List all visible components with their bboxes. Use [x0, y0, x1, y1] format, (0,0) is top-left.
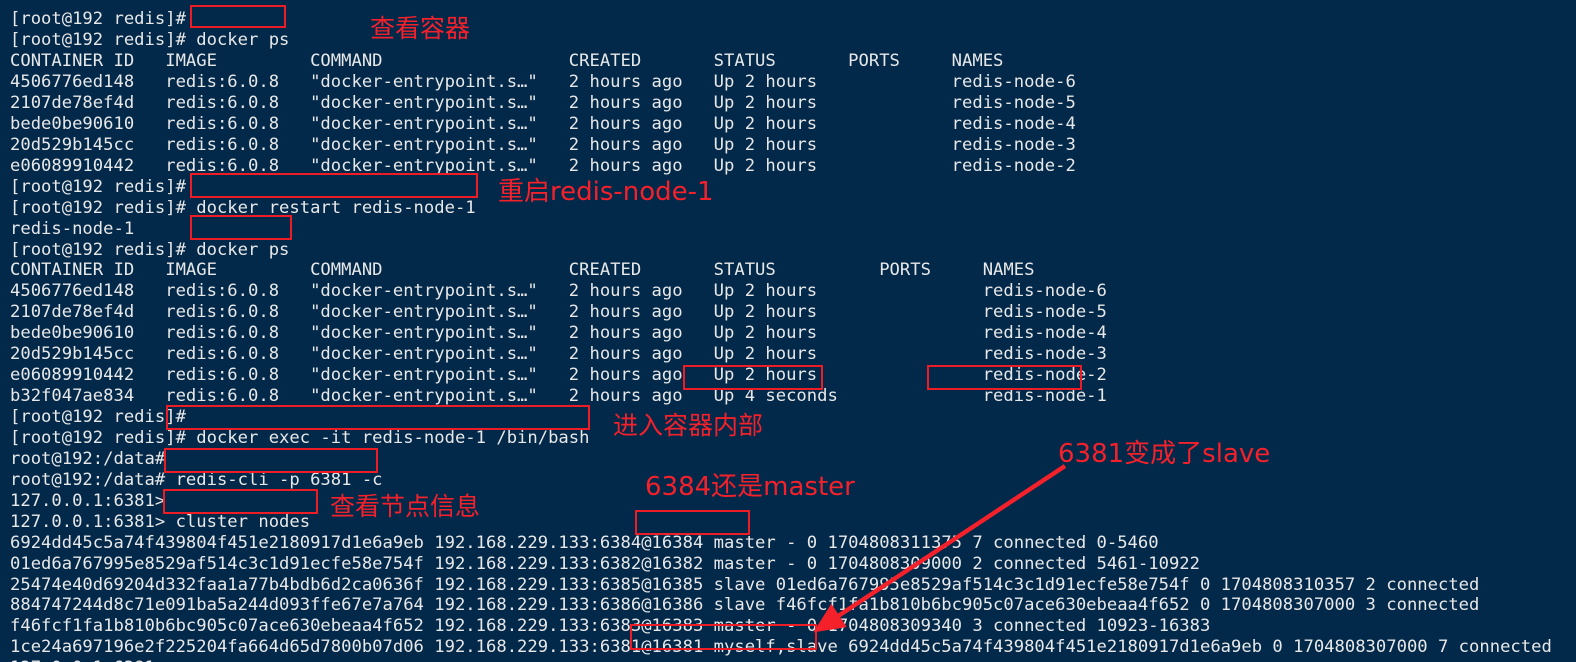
terminal-line: 6924dd45c5a74f439804f451e2180917d1e6a9eb…	[10, 532, 1159, 553]
terminal-line: 2107de78ef4d redis:6.0.8 "docker-entrypo…	[10, 92, 1076, 113]
terminal-line: 4506776ed148 redis:6.0.8 "docker-entrypo…	[10, 281, 1107, 302]
terminal-line: [root@192 redis]# docker ps	[10, 239, 290, 260]
terminal-line: CONTAINER ID IMAGE COMMAND CREATED STATU…	[10, 51, 1004, 72]
terminal-line: [root@192 redis]# docker exec -it redis-…	[10, 427, 590, 448]
terminal-line: 25474e40d69204d332faa1a77b4bdb6d2ca0636f…	[10, 574, 1480, 595]
terminal-line: b32f047ae834 redis:6.0.8 "docker-entrypo…	[10, 386, 1107, 407]
terminal-line: [root@192 redis]# docker restart redis-n…	[10, 197, 476, 218]
annotation-view-containers: 查看容器	[370, 14, 471, 43]
terminal-line: 884747244d8c71e091ba5a244d093ffe67e7a764…	[10, 595, 1480, 616]
terminal-line: [root@192 redis]# docker ps	[10, 30, 290, 51]
terminal-output[interactable]: [root@192 redis]# [root@192 redis]# docke…	[10, 9, 1576, 662]
annotation-enter-container: 进入容器内部	[613, 411, 764, 440]
terminal-line: CONTAINER ID IMAGE COMMAND CREATED STATU…	[10, 260, 1035, 281]
annotation-restart-redis-node-1: 重启redis-node-1	[498, 177, 714, 207]
terminal-line: [root@192 redis]#	[10, 407, 186, 427]
terminal-line: 127.0.0.1:6381>	[10, 658, 1576, 662]
terminal-line: bede0be90610 redis:6.0.8 "docker-entrypo…	[10, 113, 1076, 134]
terminal-window: [root@192 redis]# [root@192 redis]# docke…	[0, 0, 1576, 662]
terminal-line: 4506776ed148 redis:6.0.8 "docker-entrypo…	[10, 72, 1076, 92]
terminal-line: redis-node-1	[10, 218, 135, 239]
terminal-line: 20d529b145cc redis:6.0.8 "docker-entrypo…	[10, 134, 1076, 155]
annotation-6384-still-master: 6384还是master	[645, 472, 855, 502]
terminal-line: e06089910442 redis:6.0.8 "docker-entrypo…	[10, 155, 1076, 176]
annotation-6381-became-slave: 6381变成了slave	[1058, 439, 1271, 469]
terminal-line: [root@192 redis]#	[10, 176, 186, 197]
terminal-line: e06089910442 redis:6.0.8 "docker-entrypo…	[10, 365, 1107, 386]
terminal-line: [root@192 redis]#	[10, 9, 186, 30]
annotation-view-node-info: 查看节点信息	[330, 492, 481, 521]
terminal-line: 01ed6a767995e8529af514c3c1d91ecfe58e754f…	[10, 553, 1200, 574]
terminal-line: 1ce24a697196e2f225204fa664d65d7800b07d06…	[10, 637, 1552, 658]
terminal-line: 127.0.0.1:6381> cluster nodes	[10, 511, 311, 532]
terminal-line: 20d529b145cc redis:6.0.8 "docker-entrypo…	[10, 344, 1107, 365]
terminal-line: f46fcf1fa1b810b6bc905c07ace630ebeaa4f652…	[10, 616, 1211, 637]
terminal-line: 2107de78ef4d redis:6.0.8 "docker-entrypo…	[10, 302, 1107, 323]
terminal-line: bede0be90610 redis:6.0.8 "docker-entrypo…	[10, 323, 1107, 344]
